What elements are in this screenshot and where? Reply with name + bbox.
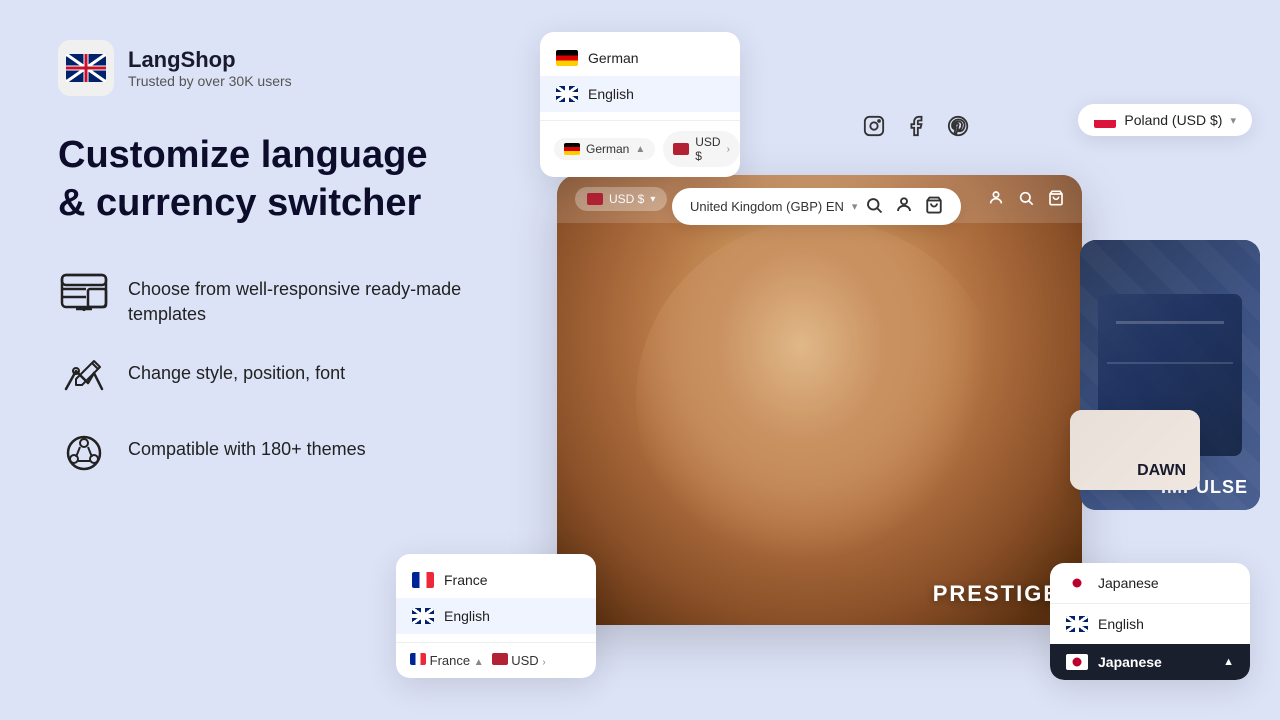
france-label: France	[444, 572, 488, 588]
uk-switcher[interactable]: United Kingdom (GBP) EN ▾	[672, 188, 961, 225]
flag-english-france	[412, 608, 434, 624]
language-pill[interactable]: German ▲	[554, 138, 655, 160]
logo-subtitle: Trusted by over 30K users	[128, 73, 292, 89]
prestige-account-icon[interactable]	[988, 190, 1004, 209]
dawn-label: DAWN	[1123, 452, 1200, 490]
logo-title: LangShop	[128, 47, 292, 73]
language-dropdown-top: German English German ▲ USD $ ›	[540, 32, 740, 177]
japanese-item-english[interactable]: English	[1050, 604, 1250, 644]
france-currency-label: USD	[511, 653, 538, 668]
prestige-currency: USD $	[609, 192, 644, 206]
prestige-cart-icon[interactable]	[1048, 190, 1064, 209]
france-lang-pill[interactable]: France ▲	[410, 653, 484, 668]
feature-item-templates: Choose from well-responsive ready-made t…	[58, 267, 518, 327]
themes-icon	[58, 427, 110, 479]
japanese-active-chevron: ▲	[1223, 656, 1234, 668]
flag-german	[556, 50, 578, 66]
prestige-card: USD $ ▾ PRESTIGE	[557, 175, 1082, 625]
france-currency-pill[interactable]: USD ›	[492, 653, 546, 668]
japanese-active-bar[interactable]: Japanese ▲	[1050, 644, 1250, 680]
dawn-card: DAWN	[1070, 410, 1200, 490]
cart-icon[interactable]	[925, 196, 943, 217]
flag-us-prestige	[587, 193, 603, 205]
japanese-item-japanese[interactable]: Japanese	[1050, 563, 1250, 604]
pill-currency-label: USD $	[695, 135, 720, 163]
poland-label: Poland (USD $)	[1124, 112, 1222, 128]
pill-flag-de	[564, 143, 580, 155]
dropdown-switcher-bar: German ▲ USD $ ›	[540, 120, 740, 177]
english-label-japanese: English	[1098, 616, 1144, 632]
flag-japanese-active	[1066, 654, 1088, 670]
pill-lang-label: German	[586, 142, 629, 156]
uk-chevron: ▾	[852, 200, 858, 213]
currency-pill[interactable]: USD $ ›	[663, 131, 740, 167]
feature-item-style: Change style, position, font	[58, 351, 518, 403]
france-chevron: ▲	[474, 657, 484, 668]
poland-chevron: ▾	[1230, 114, 1236, 127]
langshop-logo-flag	[66, 54, 106, 82]
france-switcher-bar: France ▲ USD ›	[396, 642, 596, 678]
search-icon[interactable]	[865, 196, 883, 217]
flag-english	[556, 86, 578, 102]
templates-icon	[58, 267, 110, 319]
pill-flag-us	[673, 143, 689, 155]
style-icon	[58, 351, 110, 403]
dawn-image: DAWN	[1070, 410, 1200, 490]
flag-france	[412, 572, 434, 588]
prestige-currency-chevron: ▾	[650, 194, 655, 205]
france-item-english[interactable]: English	[396, 598, 596, 634]
japanese-panel: Japanese English Japanese ▲	[1050, 563, 1250, 680]
france-item-france[interactable]: France	[396, 562, 596, 598]
currency-chevron: ›	[727, 144, 730, 155]
pill-flag-us-france	[492, 653, 508, 665]
logo-text-group: LangShop Trusted by over 30K users	[128, 47, 292, 89]
social-icons-row	[860, 112, 972, 140]
flag-poland	[1094, 112, 1116, 128]
dropdown-label-german: German	[588, 50, 639, 66]
prestige-label: PRESTIGE	[933, 581, 1060, 607]
france-currency-chevron: ›	[542, 657, 545, 668]
prestige-header-icons	[988, 190, 1064, 209]
left-panel: LangShop Trusted by over 30K users Custo…	[58, 40, 518, 479]
account-icon[interactable]	[895, 196, 913, 217]
dropdown-label-english: English	[588, 86, 634, 102]
prestige-image: USD $ ▾ PRESTIGE	[557, 175, 1082, 625]
flag-english-japanese	[1066, 616, 1088, 632]
france-dropdown: France English France ▲ USD ›	[396, 554, 596, 678]
feature-item-themes: Compatible with 180+ themes	[58, 427, 518, 479]
dropdown-item-german[interactable]: German	[540, 40, 740, 76]
japanese-label: Japanese	[1098, 575, 1159, 591]
facebook-icon[interactable]	[902, 112, 930, 140]
prestige-header-switcher[interactable]: USD $ ▾	[575, 187, 667, 211]
instagram-icon[interactable]	[860, 112, 888, 140]
prestige-search-icon[interactable]	[1018, 190, 1034, 209]
logo-icon	[58, 40, 114, 96]
dropdown-item-english[interactable]: English	[540, 76, 740, 112]
feature-text-templates: Choose from well-responsive ready-made t…	[128, 267, 518, 327]
uk-label: United Kingdom (GBP) EN	[690, 199, 844, 214]
feature-text-themes: Compatible with 180+ themes	[128, 427, 366, 462]
feature-list: Choose from well-responsive ready-made t…	[58, 267, 518, 479]
france-pill-label: France	[430, 653, 470, 668]
pill-flag-fr	[410, 653, 426, 665]
flag-japanese	[1066, 575, 1088, 591]
poland-switcher[interactable]: Poland (USD $) ▾	[1078, 104, 1252, 136]
english-label-france: English	[444, 608, 490, 624]
main-headline: Customize language & currency switcher	[58, 132, 518, 227]
logo-row: LangShop Trusted by over 30K users	[58, 40, 518, 96]
feature-text-style: Change style, position, font	[128, 351, 345, 386]
pinterest-icon[interactable]	[944, 112, 972, 140]
japanese-active-label: Japanese	[1098, 654, 1162, 670]
lang-chevron: ▲	[635, 144, 645, 155]
